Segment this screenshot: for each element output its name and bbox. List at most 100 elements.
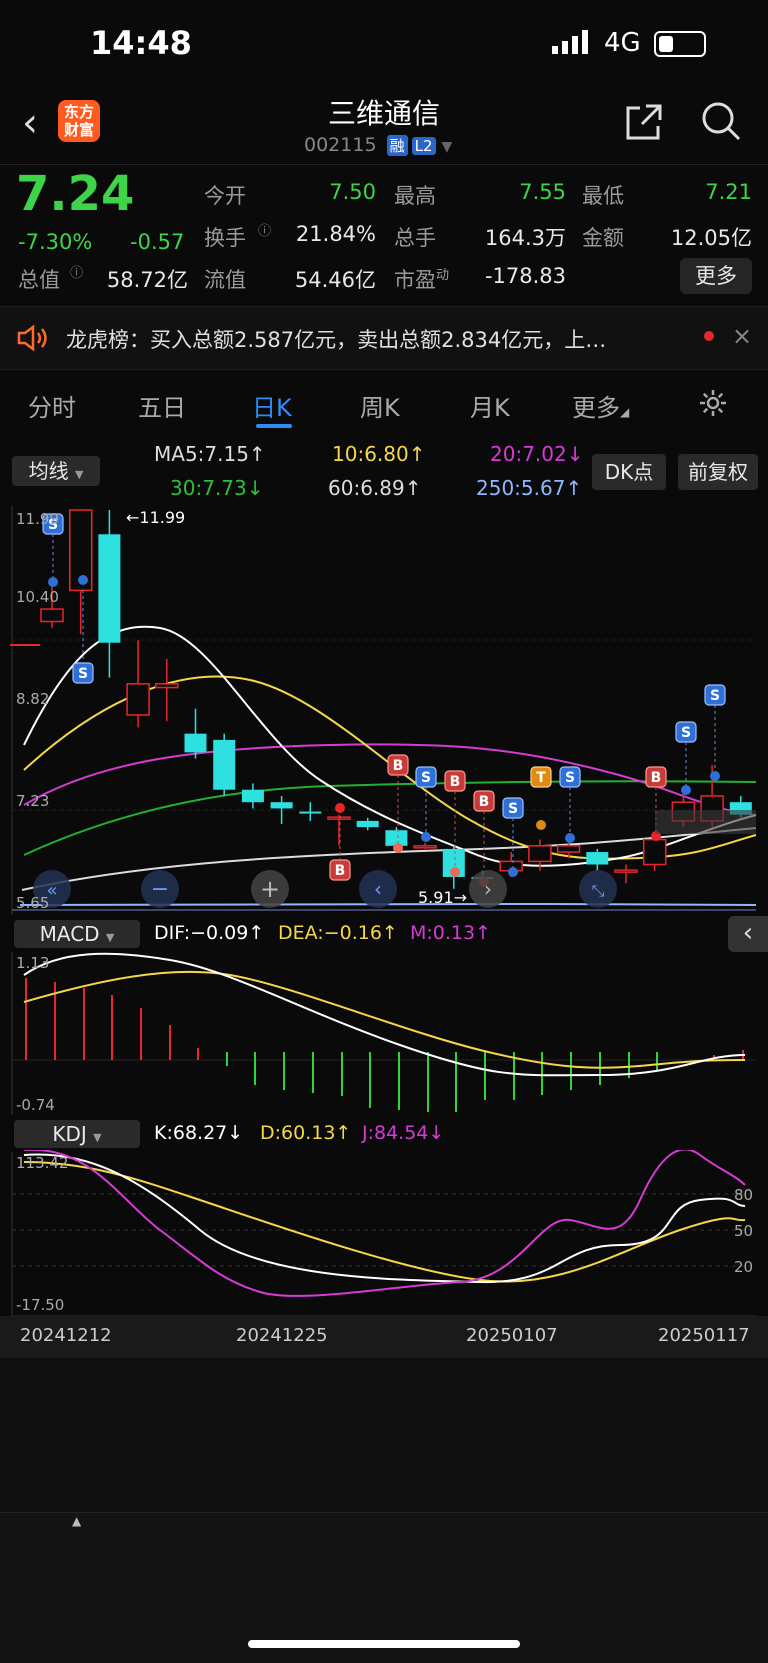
change-amount: -0.57: [130, 230, 185, 254]
candle-body[interactable]: [98, 534, 121, 643]
float-label: 流值: [204, 268, 246, 292]
ma60-value: 60:6.89↑: [328, 476, 422, 500]
candle-body[interactable]: [126, 683, 150, 716]
pe-label-text: 市盈: [394, 268, 436, 292]
candle-body[interactable]: [213, 739, 236, 790]
svg-text:+: +: [260, 875, 280, 903]
macd-selector-label: MACD: [39, 922, 100, 946]
candle-body[interactable]: [413, 845, 437, 849]
tab-more[interactable]: 更多◢: [572, 388, 629, 423]
pe-sup: 动: [436, 268, 450, 283]
share-icon[interactable]: [624, 102, 664, 142]
ma30-value: 30:7.73↓: [170, 476, 264, 500]
svg-text:S: S: [421, 770, 431, 786]
y-label-top: 11.99: [16, 510, 59, 528]
stock-code-line[interactable]: 002115 融 L2 ▼: [304, 134, 452, 156]
svg-text:S: S: [681, 725, 691, 741]
candle-body[interactable]: [155, 683, 179, 689]
svg-text:B: B: [393, 758, 404, 774]
svg-text:›: ›: [484, 877, 492, 901]
candle-body[interactable]: [327, 816, 351, 820]
macd-y-bottom: -0.74: [16, 1096, 55, 1114]
kline-chart[interactable]: SSSSSSS BBBBB T « − + ‹ › ⤡: [0, 500, 768, 920]
macd-dea-line: [23, 970, 746, 1069]
svg-text:B: B: [479, 794, 490, 810]
date-axis: [0, 1316, 768, 1358]
search-icon[interactable]: [700, 100, 742, 142]
more-button[interactable]: 更多: [680, 258, 752, 294]
tab-monthly-k[interactable]: 月K: [470, 388, 510, 423]
caret-up-icon: ▲: [72, 1514, 82, 1528]
pe-label: 市盈动: [394, 264, 449, 294]
ma250-value: 250:5.67↑: [476, 476, 583, 500]
open-label: 今开: [204, 184, 246, 208]
lower-section: [0, 1358, 768, 1512]
candle-body[interactable]: [642, 838, 667, 866]
close-icon[interactable]: ×: [732, 322, 752, 350]
tab-five-day[interactable]: 五日: [138, 388, 186, 423]
tab-more-label: 更多: [572, 394, 620, 422]
low-value: 7.21: [705, 180, 752, 204]
kdj-d: D:60.13↑: [260, 1122, 352, 1144]
macd-selector[interactable]: MACD ▼: [14, 920, 140, 948]
kdj-level-50: 50: [734, 1222, 754, 1240]
tab-intraday[interactable]: 分时: [28, 388, 76, 423]
macd-dea: DEA:−0.16↑: [278, 922, 398, 944]
notice-text[interactable]: 龙虎榜：买入总额2.587亿元，卖出总额2.834亿元，上…: [66, 324, 676, 354]
kdj-level-20: 20: [734, 1258, 754, 1276]
info-icon[interactable]: ⓘ: [258, 220, 271, 239]
amount-value: 12.05亿: [670, 226, 752, 250]
kdj-k: K:68.27↓: [154, 1122, 244, 1144]
y-label-bottom: 5.65: [16, 894, 50, 912]
gear-icon[interactable]: [698, 388, 728, 418]
candle-body[interactable]: [40, 608, 64, 623]
svg-text:B: B: [651, 770, 662, 786]
ma20-value: 20:7.02↓: [490, 442, 584, 466]
tab-daily-k[interactable]: 日K: [252, 388, 292, 423]
kdj-chart[interactable]: [0, 1150, 768, 1318]
kdj-j: J:84.54↓: [362, 1122, 445, 1144]
kdj-y-top: 113.42: [16, 1154, 69, 1172]
svg-text:S: S: [710, 688, 720, 704]
tab-weekly-k[interactable]: 周K: [360, 388, 400, 423]
change-percent: -7.30%: [18, 230, 93, 254]
amount-label: 金额: [582, 226, 624, 250]
chevron-down-icon: ▼: [441, 139, 453, 155]
caret-icon: ◢: [620, 405, 630, 419]
float-value: 54.46亿: [294, 268, 376, 292]
candle-body[interactable]: [586, 852, 609, 865]
svg-text:S: S: [565, 770, 575, 786]
candle-body[interactable]: [241, 789, 264, 803]
ma-selector[interactable]: 均线 ▼: [12, 456, 100, 486]
kdj-j-line: [24, 1150, 746, 1297]
svg-text:S: S: [508, 801, 518, 817]
candle-body[interactable]: [184, 733, 207, 753]
date-label-3: 20250107: [466, 1325, 558, 1346]
adjust-button[interactable]: 前复权: [678, 454, 758, 490]
candle-body[interactable]: [270, 802, 293, 809]
info-icon[interactable]: ⓘ: [70, 262, 83, 281]
chart-controls: « − + ‹ › ⤡: [33, 870, 617, 908]
macd-chart[interactable]: [0, 950, 768, 1120]
candle-body[interactable]: [556, 845, 581, 853]
candle-body[interactable]: [356, 820, 379, 828]
current-price: 7.24: [16, 166, 135, 222]
signal-icon: [552, 30, 588, 54]
svg-text:B: B: [335, 863, 346, 879]
candle-body[interactable]: [614, 869, 638, 873]
mktcap-value: 58.72亿: [106, 268, 188, 292]
kdj-selector[interactable]: KDJ ▼: [14, 1120, 140, 1148]
dk-point-button[interactable]: DK点: [592, 454, 666, 490]
svg-text:B: B: [450, 774, 461, 790]
kdj-k-line: [23, 1153, 746, 1284]
kdj-y-bottom: -17.50: [16, 1296, 65, 1314]
chevron-down-icon: ▼: [74, 468, 84, 481]
turnover-value: 21.84%: [295, 222, 376, 246]
candle-body[interactable]: [528, 845, 552, 863]
ma5-line: [23, 625, 757, 867]
y-label-2: 10.40: [16, 588, 59, 606]
date-label-2: 20241225: [236, 1325, 328, 1346]
min-price-note: 5.91→: [418, 888, 468, 907]
collapse-panel-button[interactable]: ‹: [728, 916, 768, 952]
candle-body[interactable]: [299, 811, 322, 814]
